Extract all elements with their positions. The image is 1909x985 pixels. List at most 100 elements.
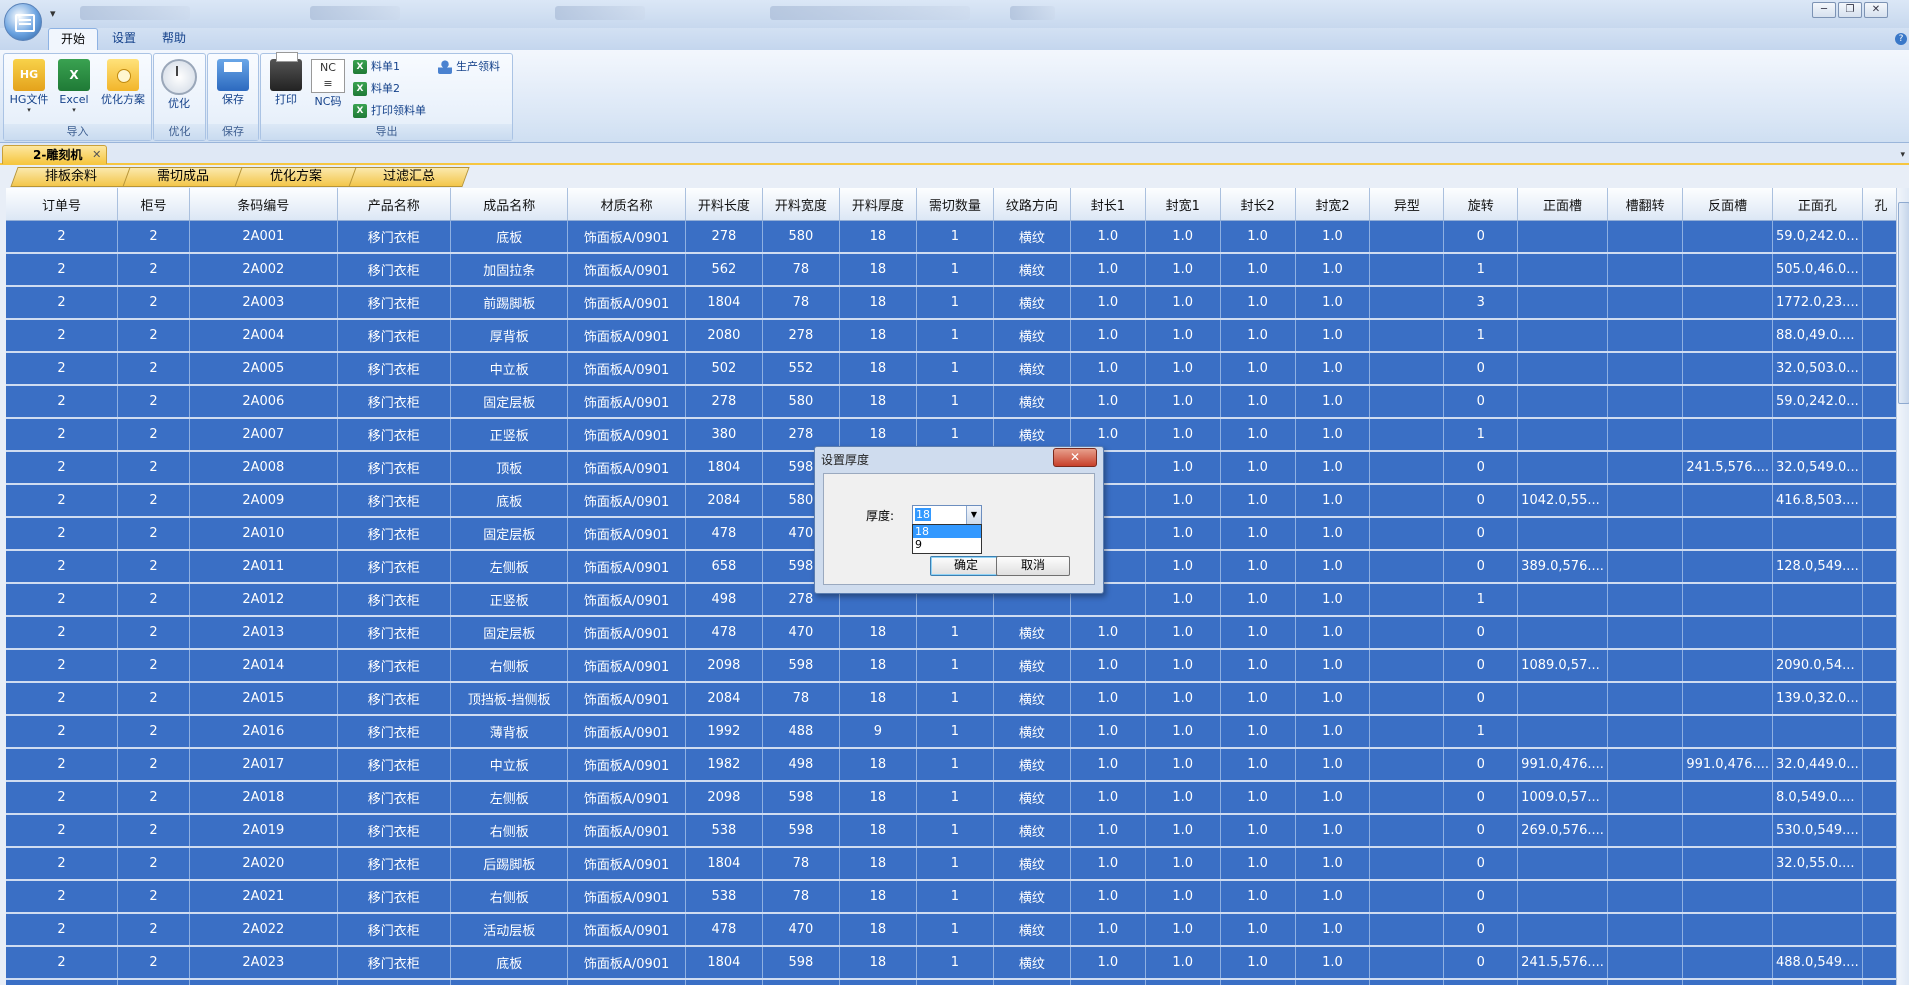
cell-cabinet-no[interactable]: 2 [117,748,191,782]
cell-order-no[interactable]: 2 [6,451,118,485]
cell-part-name[interactable]: 后踢脚板 [450,847,569,881]
cell-edge-length-2[interactable]: 1.0 [1220,979,1296,985]
cell-order-no[interactable]: 2 [6,253,118,287]
cell-back-slot[interactable]: 991.0,476.... [1682,748,1774,782]
cell-cut-thickness[interactable]: 18 [839,649,917,683]
cell-material[interactable]: 饰面板A/0901 [567,352,686,386]
cell-front-slot[interactable] [1517,715,1608,749]
cell-product-name[interactable]: 移门衣柜 [337,286,452,320]
table-row[interactable]: 222A024移门衣柜顶板饰面板A/0901278598181横纹1.01.01… [6,979,1900,985]
cell-front-slot[interactable] [1517,517,1608,551]
cell-front-slot[interactable] [1517,253,1608,287]
cell-slot-flip[interactable] [1607,253,1684,287]
cell-back-slot[interactable] [1682,418,1774,452]
cell-cut-length[interactable]: 1804 [685,946,763,980]
cell-edge-width-1[interactable]: 1.0 [1145,715,1221,749]
cell-grain[interactable]: 横纹 [993,880,1071,914]
cell-front-hole[interactable]: 32.0,55.0.... [1772,847,1863,881]
app-menu-button[interactable] [4,3,42,41]
cell-front-slot[interactable] [1517,418,1608,452]
cell-front-hole[interactable] [1772,418,1863,452]
cell-order-no[interactable]: 2 [6,682,118,716]
cell-product-name[interactable]: 移门衣柜 [337,946,452,980]
cell-edge-width-2[interactable]: 1.0 [1295,418,1371,452]
cell-shaped[interactable] [1369,880,1445,914]
cell-edge-length-1[interactable]: 1.0 [1070,781,1146,815]
cell-edge-width-1[interactable]: 1.0 [1145,616,1221,650]
column-header-grain[interactable]: 纹路方向 [993,188,1071,221]
cell-order-no[interactable]: 2 [6,418,118,452]
cell-barcode[interactable]: 2A005 [189,352,338,386]
cell-rotate[interactable]: 0 [1443,616,1519,650]
cell-material[interactable]: 饰面板A/0901 [567,517,686,551]
cell-edge-length-2[interactable]: 1.0 [1220,946,1296,980]
cell-barcode[interactable]: 2A010 [189,517,338,551]
cell-material[interactable]: 饰面板A/0901 [567,385,686,419]
cell-edge-length-1[interactable]: 1.0 [1070,319,1146,353]
cell-back-slot[interactable] [1682,385,1774,419]
cell-shaped[interactable] [1369,682,1445,716]
cell-order-no[interactable]: 2 [6,319,118,353]
cell-product-name[interactable]: 移门衣柜 [337,616,452,650]
cell-front-slot[interactable] [1517,880,1608,914]
cell-barcode[interactable]: 2A001 [189,220,338,254]
cell-part-name[interactable]: 前踢脚板 [450,286,569,320]
cell-edge-width-1[interactable]: 1.0 [1145,682,1221,716]
column-header-cut-qty[interactable]: 需切数量 [916,188,994,221]
cell-cut-width[interactable]: 598 [762,946,840,980]
cell-hole[interactable] [1862,451,1900,485]
table-row[interactable]: 2 2 2A001 移门衣柜 底板 饰面板A/0901 278 580 18 1 横纹 1.0 1.0 1… [6,220,1900,254]
cell-material[interactable]: 饰面板A/0901 [567,583,686,617]
cell-hole[interactable] [1862,979,1900,985]
cell-slot-flip[interactable] [1607,880,1684,914]
cell-grain[interactable]: 横纹 [993,814,1071,848]
cell-front-hole[interactable] [1772,583,1863,617]
cell-back-slot[interactable] [1682,550,1774,584]
cell-part-name[interactable]: 右侧板 [450,880,569,914]
cell-material[interactable]: 饰面板A/0901 [567,418,686,452]
cell-cut-width[interactable]: 580 [762,220,840,254]
cell-edge-length-2[interactable]: 1.0 [1220,913,1296,947]
cell-hole[interactable] [1862,484,1900,518]
tab-list-dropdown-icon[interactable]: ▾ [1900,150,1905,160]
cell-edge-length-2[interactable]: 1.0 [1220,220,1296,254]
cell-front-hole[interactable] [1772,715,1863,749]
cell-edge-width-2[interactable]: 1.0 [1295,847,1371,881]
cell-cut-length[interactable]: 502 [685,352,763,386]
cell-edge-width-2[interactable]: 1.0 [1295,253,1371,287]
cell-product-name[interactable]: 移门衣柜 [337,352,452,386]
cell-hole[interactable] [1862,253,1900,287]
cell-rotate[interactable]: 0 [1443,814,1519,848]
cell-edge-width-2[interactable]: 1.0 [1295,649,1371,683]
cell-front-slot[interactable]: 389.0,576.... [1517,550,1608,584]
cell-part-name[interactable]: 顶板 [450,451,569,485]
column-header-back-slot[interactable]: 反面槽 [1682,188,1774,221]
cell-order-no[interactable]: 2 [6,484,118,518]
cell-slot-flip[interactable] [1607,550,1684,584]
cell-material[interactable]: 饰面板A/0901 [567,286,686,320]
cell-rotate[interactable]: 1 [1443,715,1519,749]
cell-edge-length-1[interactable]: 1.0 [1070,814,1146,848]
cell-barcode[interactable]: 2A024 [189,979,338,985]
cell-slot-flip[interactable] [1607,451,1684,485]
cell-part-name[interactable]: 左侧板 [450,550,569,584]
cell-hole[interactable] [1862,649,1900,683]
cell-grain[interactable]: 横纹 [993,913,1071,947]
cell-back-slot[interactable] [1682,979,1774,985]
cell-cut-qty[interactable]: 1 [916,616,994,650]
cell-cut-width[interactable]: 498 [762,748,840,782]
cell-material[interactable]: 饰面板A/0901 [567,979,686,985]
cell-grain[interactable]: 横纹 [993,286,1071,320]
scrollbar-thumb[interactable] [1898,202,1909,404]
cell-edge-width-2[interactable]: 1.0 [1295,220,1371,254]
cell-cut-qty[interactable]: 1 [916,253,994,287]
cell-cut-thickness[interactable]: 18 [839,946,917,980]
cell-cabinet-no[interactable]: 2 [117,649,191,683]
cell-hole[interactable] [1862,583,1900,617]
cell-barcode[interactable]: 2A019 [189,814,338,848]
cell-edge-length-1[interactable]: 1.0 [1070,880,1146,914]
cell-cut-width[interactable]: 78 [762,880,840,914]
cell-barcode[interactable]: 2A002 [189,253,338,287]
cell-cut-thickness[interactable]: 18 [839,880,917,914]
cell-edge-length-1[interactable]: 1.0 [1070,352,1146,386]
